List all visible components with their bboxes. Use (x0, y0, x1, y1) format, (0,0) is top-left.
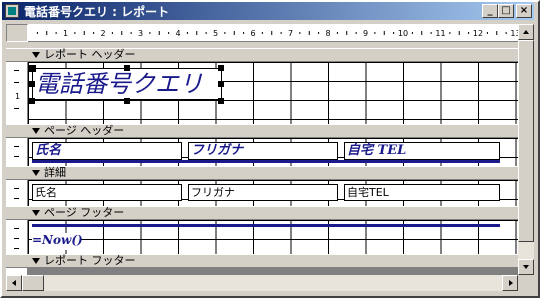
close-button[interactable]: × (516, 4, 532, 18)
scroll-left-button[interactable] (6, 275, 22, 291)
footer-now-text: =Now() (32, 233, 83, 247)
vertical-scroll-thumb[interactable] (518, 40, 534, 242)
label-name-text: 氏名 (35, 143, 62, 158)
right-arrow-icon (509, 280, 513, 286)
ruler-mark-label: 3 (138, 29, 143, 38)
move-handle[interactable] (29, 65, 36, 72)
field-furigana[interactable]: フリガナ (188, 184, 338, 201)
vruler-page-header[interactable] (6, 138, 28, 166)
page-footer-grid[interactable]: =Now() (28, 220, 518, 254)
vruler-page-header-bar (6, 124, 28, 138)
field-name-text: 氏名 (35, 186, 57, 199)
resize-handle[interactable] (218, 98, 224, 104)
vruler-detail[interactable] (6, 180, 28, 206)
section-label-page-header: ページ ヘッダー (44, 124, 125, 137)
section-label-page-footer: ページ フッター (44, 206, 125, 219)
ruler-mark-label: 10 (398, 29, 408, 38)
report-icon (5, 4, 19, 18)
report-footer-area (28, 268, 518, 275)
ruler-ticks: 12345678910111213 (36, 29, 518, 38)
scroll-up-button[interactable] (518, 24, 534, 40)
horizontal-scrollbar[interactable] (6, 275, 518, 291)
vruler-page-footer-bar (6, 206, 28, 220)
title-bar[interactable]: 電話番号クエリ : レポート _ □ × (2, 2, 534, 20)
resize-handle[interactable] (124, 98, 130, 104)
vruler-report-footer-bar (6, 254, 28, 268)
ruler-corner[interactable] (6, 24, 28, 42)
field-name[interactable]: 氏名 (32, 184, 182, 201)
report-title-text: 電話番号クエリ (35, 70, 203, 98)
ruler-mark-label: 9 (363, 29, 368, 38)
minimize-button[interactable]: _ (482, 4, 498, 18)
ruler-mark-label: 7 (288, 29, 293, 38)
vruler-report-footer (6, 268, 28, 275)
label-name[interactable]: 氏名 (32, 142, 182, 160)
maximize-button[interactable]: □ (498, 4, 514, 18)
section-bar-page-header[interactable]: ページ ヘッダー (28, 124, 518, 138)
resize-handle[interactable] (124, 65, 130, 71)
page-header-grid[interactable]: 氏名 フリガナ 自宅 TEL (28, 138, 518, 166)
window-title: 電話番号クエリ : レポート (24, 4, 170, 19)
footer-now-field[interactable]: =Now() (32, 233, 83, 250)
section-bar-page-footer[interactable]: ページ フッター (28, 206, 518, 220)
section-bar-report-footer[interactable]: レポート フッター (28, 254, 518, 268)
ruler-mark-label: 2 (100, 29, 105, 38)
report-title-label[interactable]: 電話番号クエリ (32, 68, 222, 100)
section-arrow-icon (32, 210, 40, 216)
section-arrow-icon (32, 52, 40, 58)
section-bar-report-header[interactable]: レポート ヘッダー (28, 48, 518, 62)
up-arrow-icon (523, 30, 529, 34)
section-label-detail: 詳細 (44, 166, 66, 179)
ruler-mark-label: 6 (250, 29, 255, 38)
scroll-down-button[interactable] (518, 259, 534, 275)
ruler-mark-label: 1 (63, 29, 68, 38)
ruler-mark-label: 4 (175, 29, 180, 38)
section-arrow-icon (32, 170, 40, 176)
vertical-scrollbar[interactable] (518, 24, 534, 275)
horizontal-ruler[interactable]: 12345678910111213 (28, 24, 518, 42)
label-furigana-text: フリガナ (191, 143, 244, 158)
ruler-mark-label: 12 (473, 29, 483, 38)
size-grip[interactable] (518, 275, 534, 291)
field-tel[interactable]: 自宅TEL (344, 184, 500, 201)
vruler-page-footer[interactable] (6, 220, 28, 254)
header-underline[interactable] (32, 160, 500, 163)
section-label-report-header: レポート ヘッダー (44, 48, 136, 61)
section-label-report-footer: レポート フッター (44, 254, 136, 267)
detail-grid[interactable]: 氏名 フリガナ 自宅TEL (28, 180, 518, 206)
ruler-mark-label: 5 (213, 29, 218, 38)
ruler-mark-label: 8 (325, 29, 330, 38)
footer-line[interactable] (32, 224, 500, 227)
vruler-detail-bar (6, 166, 28, 180)
report-header-grid[interactable]: 電話番号クエリ (28, 62, 518, 124)
down-arrow-icon (523, 265, 529, 269)
vruler-report-header[interactable]: 1 (6, 62, 28, 124)
resize-handle[interactable] (29, 81, 35, 87)
section-arrow-icon (32, 258, 40, 264)
label-tel-text: 自宅 TEL (347, 143, 407, 158)
label-furigana[interactable]: フリガナ (188, 142, 338, 160)
left-arrow-icon (12, 280, 16, 286)
scroll-right-button[interactable] (502, 275, 518, 291)
horizontal-scroll-thumb[interactable] (22, 275, 44, 291)
ruler-mark-label: 13 (510, 29, 518, 38)
ruler-mark-label: 11 (435, 29, 445, 38)
label-tel[interactable]: 自宅 TEL (344, 142, 500, 160)
resize-handle[interactable] (218, 65, 224, 71)
resize-handle[interactable] (29, 98, 35, 104)
section-bar-detail[interactable]: 詳細 (28, 166, 518, 180)
vruler-report-header-bar (6, 48, 28, 62)
resize-handle[interactable] (218, 81, 224, 87)
field-tel-text: 自宅TEL (347, 186, 389, 199)
section-arrow-icon (32, 128, 40, 134)
field-furigana-text: フリガナ (191, 186, 235, 199)
